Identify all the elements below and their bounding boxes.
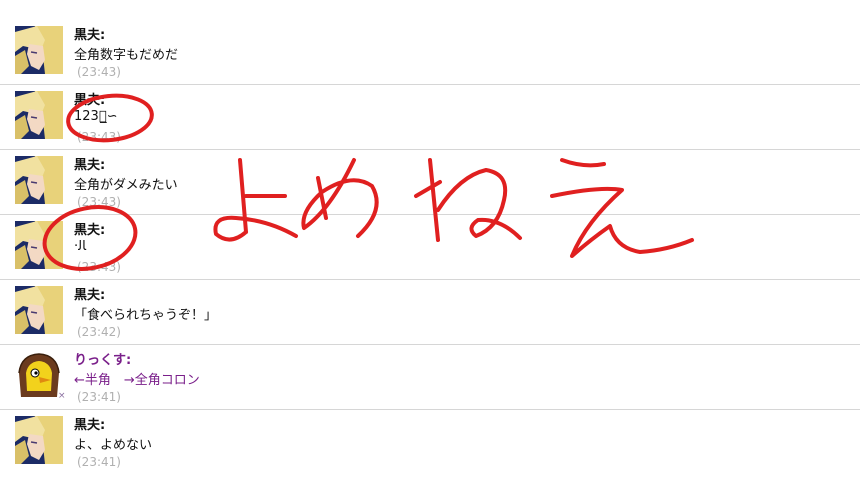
message-text: ·ﺎﻟ — [74, 239, 87, 254]
message-text: ←半角 →全角コロン — [74, 373, 200, 388]
avatar[interactable] — [15, 286, 63, 334]
message-text: 全角がダメみたい — [74, 178, 178, 193]
message-text: 123ﾑ̲∽ — [74, 109, 118, 124]
chat-message: 黒夫: ·ﺎﻟ (23:43) — [0, 215, 860, 280]
avatar[interactable] — [15, 416, 63, 464]
message-time: (23:43) — [77, 130, 121, 144]
chat-message: × りっくす: ←半角 →全角コロン (23:41) — [0, 345, 860, 410]
avatar[interactable] — [15, 351, 63, 399]
sender-name: 黒夫: — [74, 288, 106, 303]
sender-name: 黒夫: — [74, 418, 106, 433]
message-time: (23:41) — [77, 455, 121, 469]
message-text: よ、よめない — [74, 438, 153, 453]
message-time: (23:43) — [77, 260, 121, 274]
sender-name: 黒夫: — [74, 93, 106, 108]
blonde-boy-avatar-icon — [15, 221, 63, 269]
avatar[interactable] — [15, 26, 63, 74]
sender-name: 黒夫: — [74, 223, 106, 238]
sender-name: 黒夫: — [74, 28, 106, 43]
message-time: (23:42) — [77, 325, 121, 339]
sender-name: 黒夫: — [74, 158, 106, 173]
avatar[interactable] — [15, 156, 63, 204]
blonde-boy-avatar-icon — [15, 156, 63, 204]
chat-message: 黒夫: 全角数字もだめだ (23:43) — [0, 20, 860, 85]
chat-log: 黒夫: 全角数字もだめだ (23:43) 黒夫: 123ﾑ̲∽ (23:43) — [0, 20, 860, 475]
blonde-boy-avatar-icon — [15, 26, 63, 74]
message-time: (23:43) — [77, 65, 121, 79]
chat-message: 黒夫: 123ﾑ̲∽ (23:43) — [0, 85, 860, 150]
message-time: (23:41) — [77, 390, 121, 404]
hooded-bird-avatar-icon — [15, 351, 63, 399]
sender-name: りっくす: — [74, 353, 132, 368]
blonde-boy-avatar-icon — [15, 416, 63, 464]
message-time: (23:43) — [77, 195, 121, 209]
blonde-boy-avatar-icon — [15, 286, 63, 334]
blonde-boy-avatar-icon — [15, 91, 63, 139]
chat-message: 黒夫: 「食べられちゃうぞ！」 (23:42) — [0, 280, 860, 345]
message-text: 「食べられちゃうぞ！」 — [74, 308, 218, 323]
status-badge: × — [58, 391, 66, 401]
chat-message: 黒夫: 全角がダメみたい (23:43) — [0, 150, 860, 215]
chat-message: 黒夫: よ、よめない (23:41) — [0, 410, 860, 475]
avatar[interactable] — [15, 91, 63, 139]
avatar[interactable] — [15, 221, 63, 269]
message-text: 全角数字もだめだ — [74, 48, 179, 63]
